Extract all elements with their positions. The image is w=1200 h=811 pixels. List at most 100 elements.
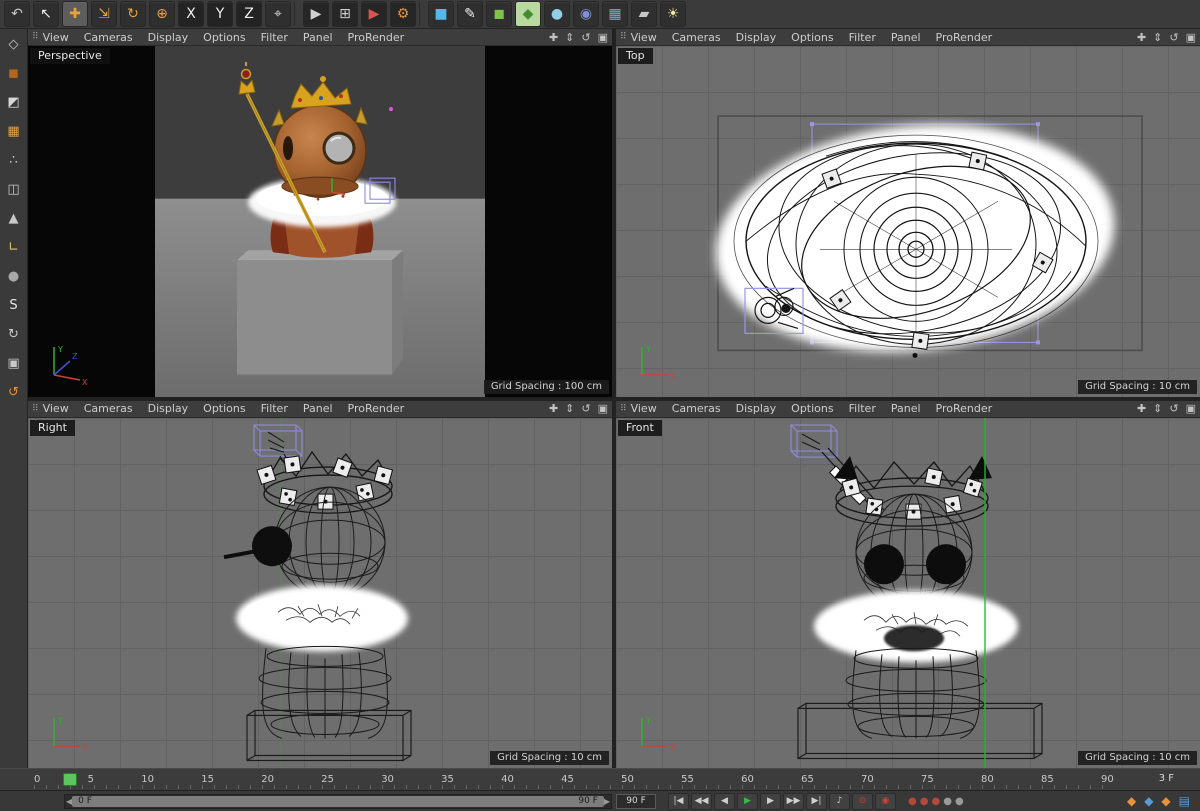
render-team-icon[interactable]: ▶ bbox=[361, 1, 387, 27]
viewport-menu-item[interactable]: Cameras bbox=[672, 402, 721, 415]
record-objects-button[interactable]: ⊙ bbox=[852, 792, 873, 810]
snap-icon[interactable]: S bbox=[2, 294, 26, 316]
selection-tool-icon[interactable]: ↖ bbox=[33, 1, 59, 27]
end-frame-field[interactable]: 90 F bbox=[616, 793, 656, 809]
dolly-view-icon[interactable]: ⇕ bbox=[565, 31, 574, 44]
modeling-icon[interactable]: ● bbox=[544, 1, 570, 27]
undo-icon[interactable]: ↶ bbox=[4, 1, 30, 27]
dolly-view-icon[interactable]: ⇕ bbox=[1153, 402, 1162, 415]
model-mode-icon[interactable]: ◼ bbox=[2, 62, 26, 84]
next-key-button[interactable]: ▶▶ bbox=[783, 792, 804, 810]
viewport-menu-item[interactable]: Display bbox=[148, 402, 189, 415]
workplane-lock-icon[interactable]: ▣ bbox=[2, 352, 26, 374]
last-tool-icon[interactable]: ⊕ bbox=[149, 1, 175, 27]
toggle-layout-icon[interactable]: ▣ bbox=[1186, 402, 1196, 415]
viewport-menu-item[interactable]: Options bbox=[203, 31, 245, 44]
viewport-menu-item[interactable]: Panel bbox=[891, 31, 921, 44]
viewport-menu-item[interactable]: ProRender bbox=[348, 402, 405, 415]
next-frame-button[interactable]: ▶ bbox=[760, 792, 781, 810]
pan-view-icon[interactable]: ✚ bbox=[549, 31, 558, 44]
points-mode-icon[interactable]: ∴ bbox=[2, 149, 26, 171]
light-icon[interactable]: ☀ bbox=[660, 1, 686, 27]
interpolation-linear-icon[interactable]: ◆ bbox=[1144, 794, 1153, 808]
goto-start-button[interactable]: |◀ bbox=[668, 792, 689, 810]
key-rotation-toggle[interactable]: ● bbox=[931, 796, 940, 807]
rotate-tool-icon[interactable]: ↻ bbox=[120, 1, 146, 27]
pan-view-icon[interactable]: ✚ bbox=[549, 402, 558, 415]
menu-handle-icon[interactable]: ⠿ bbox=[620, 404, 627, 414]
pan-view-icon[interactable]: ✚ bbox=[1137, 31, 1146, 44]
viewport-navigation-icon[interactable]: ● bbox=[2, 265, 26, 287]
autokeying-button[interactable]: ◉ bbox=[875, 792, 896, 810]
spline-pen-icon[interactable]: ✎ bbox=[457, 1, 483, 27]
menu-handle-icon[interactable]: ⠿ bbox=[620, 32, 627, 42]
x-axis-lock-icon[interactable]: X bbox=[178, 1, 204, 27]
render-picture-viewer-icon[interactable]: ⊞ bbox=[332, 1, 358, 27]
viewport-menu-item[interactable]: View bbox=[43, 31, 69, 44]
viewport-menu-item[interactable]: Display bbox=[148, 31, 189, 44]
render-settings-icon[interactable]: ⚙ bbox=[390, 1, 416, 27]
toolbar-separator[interactable] bbox=[419, 2, 425, 26]
axis-modification-icon[interactable]: ∟ bbox=[2, 236, 26, 258]
toolbar-separator[interactable] bbox=[294, 2, 300, 26]
make-editable-icon[interactable]: ◇ bbox=[2, 33, 26, 55]
dolly-view-icon[interactable]: ⇕ bbox=[565, 402, 574, 415]
render-view-icon[interactable]: ▶ bbox=[303, 1, 329, 27]
rotate-snap-icon[interactable]: ↻ bbox=[2, 323, 26, 345]
toggle-layout-icon[interactable]: ▣ bbox=[598, 31, 608, 44]
perspective-view-canvas[interactable]: Perspective Y X Z Grid Spacing : 100 cm bbox=[28, 46, 612, 397]
texture-mode-icon[interactable]: ◩ bbox=[2, 91, 26, 113]
z-axis-lock-icon[interactable]: Z bbox=[236, 1, 262, 27]
viewport-menu-item[interactable]: Display bbox=[736, 402, 777, 415]
interpolation-step-icon[interactable]: ◆ bbox=[1161, 794, 1170, 808]
goto-end-button[interactable]: ▶| bbox=[806, 792, 827, 810]
camera-icon[interactable]: ▰ bbox=[631, 1, 657, 27]
viewport-menu-item[interactable]: View bbox=[631, 402, 657, 415]
generator-icon[interactable]: ◆ bbox=[515, 1, 541, 27]
interpolation-spline-icon[interactable]: ◆ bbox=[1127, 794, 1136, 808]
viewport-menu-item[interactable]: Display bbox=[736, 31, 777, 44]
viewport-menu-item[interactable]: Filter bbox=[849, 402, 876, 415]
coordinate-system-icon[interactable]: ⌖ bbox=[265, 1, 291, 27]
viewport-menu-item[interactable]: View bbox=[43, 402, 69, 415]
play-sound-button[interactable]: ♪ bbox=[829, 792, 850, 810]
rotate-view-icon[interactable]: ↺ bbox=[1169, 31, 1178, 44]
range-scroll-right-icon[interactable]: ▶ bbox=[604, 797, 610, 806]
top-view-canvas[interactable]: Top Y X Grid Spacing : 10 cm bbox=[616, 46, 1200, 397]
pan-view-icon[interactable]: ✚ bbox=[1137, 402, 1146, 415]
front-view-canvas[interactable]: Front Y X Grid Spacing : 10 cm bbox=[616, 417, 1200, 768]
move-tool-icon[interactable]: ✚ bbox=[62, 1, 88, 27]
edges-mode-icon[interactable]: ◫ bbox=[2, 178, 26, 200]
viewport-menu-item[interactable]: Filter bbox=[849, 31, 876, 44]
key-pla-toggle[interactable]: ● bbox=[955, 796, 964, 807]
timeline-playhead[interactable] bbox=[63, 773, 77, 786]
workplane-mode-icon[interactable]: ▦ bbox=[2, 120, 26, 142]
viewport-menu-item[interactable]: View bbox=[631, 31, 657, 44]
viewport-menu-item[interactable]: Cameras bbox=[84, 31, 133, 44]
toggle-layout-icon[interactable]: ▣ bbox=[1186, 31, 1196, 44]
viewport-menu-item[interactable]: ProRender bbox=[936, 31, 993, 44]
key-parameter-toggle[interactable]: ● bbox=[943, 796, 952, 807]
quantize-icon[interactable]: ↺ bbox=[2, 381, 26, 403]
viewport-menu-item[interactable]: Panel bbox=[891, 402, 921, 415]
right-view-canvas[interactable]: Right Y X Grid Spacing : 10 cm bbox=[28, 417, 612, 768]
prev-frame-button[interactable]: ◀ bbox=[714, 792, 735, 810]
viewport-menu-item[interactable]: ProRender bbox=[936, 402, 993, 415]
preview-range-thumb[interactable]: 0 F 90 F bbox=[72, 795, 604, 807]
viewport-menu-item[interactable]: Options bbox=[203, 402, 245, 415]
y-axis-lock-icon[interactable]: Y bbox=[207, 1, 233, 27]
viewport-menu-item[interactable]: Filter bbox=[261, 31, 288, 44]
viewport-menu-item[interactable]: Cameras bbox=[84, 402, 133, 415]
viewport-menu-item[interactable]: Filter bbox=[261, 402, 288, 415]
viewport-menu-item[interactable]: ProRender bbox=[348, 31, 405, 44]
keyframe-presets-icon[interactable]: ▤ bbox=[1179, 794, 1190, 808]
rotate-view-icon[interactable]: ↺ bbox=[581, 402, 590, 415]
dolly-view-icon[interactable]: ⇕ bbox=[1153, 31, 1162, 44]
preview-range-slider[interactable]: ◀ 0 F 90 F ▶ bbox=[64, 793, 612, 809]
deformer-icon[interactable]: ◉ bbox=[573, 1, 599, 27]
toggle-layout-icon[interactable]: ▣ bbox=[598, 402, 608, 415]
polygons-mode-icon[interactable]: ▲ bbox=[2, 207, 26, 229]
primitive-cube-icon[interactable]: ■ bbox=[428, 1, 454, 27]
viewport-menu-item[interactable]: Options bbox=[791, 402, 833, 415]
viewport-menu-item[interactable]: Panel bbox=[303, 402, 333, 415]
